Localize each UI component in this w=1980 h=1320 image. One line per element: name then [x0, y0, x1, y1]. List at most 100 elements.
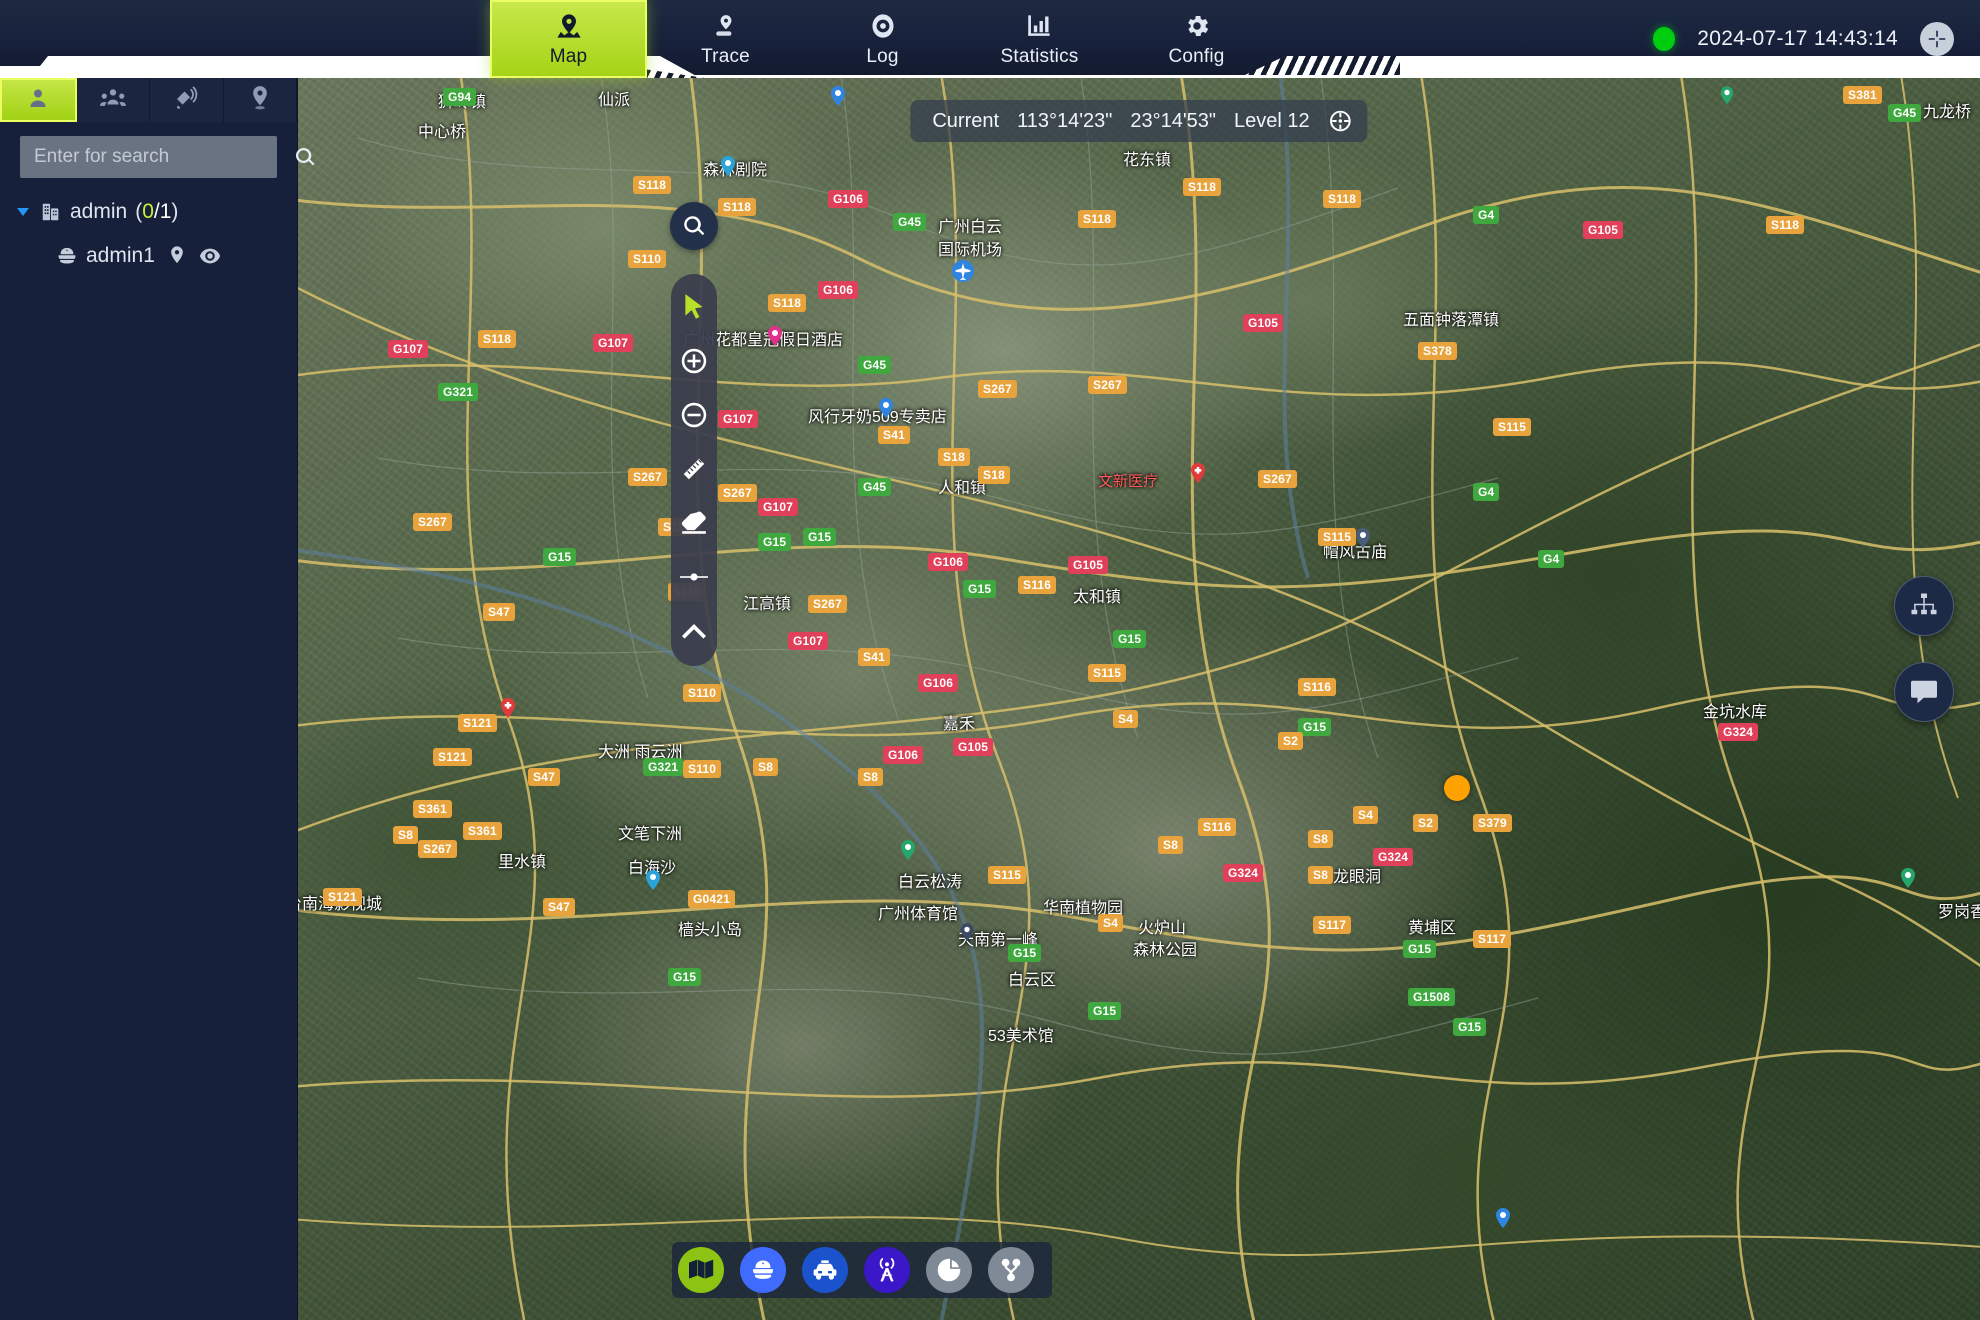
nav-tab-map[interactable]: Map [490, 0, 647, 78]
road-shield: S115 [1493, 418, 1531, 436]
road-shield: S47 [483, 603, 515, 621]
road-shield: G106 [918, 674, 958, 692]
user-tree: admin (0/1) admin1 [0, 190, 297, 278]
chat-bubble-icon[interactable] [1894, 662, 1954, 722]
folded-map-icon[interactable] [678, 1247, 724, 1293]
road-shield: G1508 [1408, 988, 1455, 1006]
radio-tower-icon[interactable] [864, 1247, 910, 1293]
road-shield: G324 [1373, 848, 1413, 866]
active-unit-marker[interactable] [1444, 775, 1470, 801]
map-pin-icon [555, 11, 583, 41]
road-shield: G15 [1113, 630, 1146, 648]
road-shield: G4 [1538, 550, 1564, 568]
map-search-button[interactable] [670, 202, 718, 250]
road-shield: S41 [878, 426, 910, 444]
road-shield: S267 [718, 484, 757, 502]
poi-marker-hospital-2[interactable] [498, 698, 518, 727]
plus-circle-icon[interactable] [677, 344, 711, 378]
pie-chart-icon[interactable] [926, 1247, 972, 1293]
poi-marker-studio[interactable] [643, 870, 663, 899]
road-shield: S2 [1413, 814, 1438, 832]
road-shield: G105 [1583, 221, 1623, 239]
road-shield: S267 [418, 840, 457, 858]
tree-leaf-admin1[interactable]: admin1 [0, 234, 297, 278]
poi-marker-peak[interactable] [958, 923, 976, 950]
road-shield: S8 [858, 768, 883, 786]
road-shield: G94 [443, 88, 476, 106]
search-input[interactable] [20, 136, 293, 178]
road-shield: S116 [1198, 818, 1236, 836]
road-shield: G15 [668, 968, 701, 986]
tree-node-admin-count-online: 0 [142, 200, 154, 223]
road-shield: S121 [458, 714, 497, 732]
nav-tab-statistics[interactable]: Statistics [961, 0, 1118, 78]
road-shield: S4 [1113, 710, 1138, 728]
search-icon[interactable] [293, 136, 317, 178]
road-shield: S267 [413, 513, 452, 531]
poi-marker-temple[interactable] [1353, 528, 1373, 557]
road-shield: G321 [438, 383, 478, 401]
road-shield: G45 [858, 356, 891, 374]
road-shield: G4 [1473, 483, 1499, 501]
road-shield: G45 [858, 478, 891, 496]
log-eye-icon [869, 11, 897, 41]
user-icon [26, 86, 50, 115]
police-car-icon[interactable] [802, 1247, 848, 1293]
tree-node-admin-count-total: /1 [154, 200, 172, 223]
branch-icon[interactable] [988, 1247, 1034, 1293]
poi-marker-park-2[interactable] [1898, 868, 1918, 897]
trace-icon [713, 11, 739, 41]
nav-tab-log[interactable]: Log [804, 0, 961, 78]
nav-tab-config[interactable]: Config [1118, 0, 1275, 78]
tree-leaf-admin1-label: admin1 [86, 244, 155, 268]
road-shield: S381 [1843, 86, 1882, 104]
police-cap-icon[interactable] [740, 1247, 786, 1293]
minus-circle-icon[interactable] [677, 398, 711, 432]
road-shield: G324 [1718, 723, 1758, 741]
cursor-arrow-icon[interactable] [677, 290, 711, 324]
poi-marker-park[interactable] [898, 840, 918, 869]
road-shield: G107 [788, 632, 828, 650]
sidebar-tab-broadcast[interactable] [150, 78, 224, 122]
line-dot-icon[interactable] [677, 560, 711, 594]
locate-icon[interactable] [167, 245, 187, 267]
sidebar-tab-group[interactable] [77, 78, 151, 122]
nav-tab-trace[interactable]: Trace [647, 0, 804, 78]
poi-marker-airport-main[interactable] [950, 258, 976, 289]
poi-marker-airport[interactable] [1493, 1208, 1513, 1237]
poi-marker-xianpai[interactable] [828, 86, 848, 115]
sidebar-tab-user[interactable] [0, 78, 77, 122]
road-shield: S267 [1088, 376, 1127, 394]
eye-icon[interactable] [199, 246, 221, 266]
chevron-down-icon[interactable] [14, 203, 32, 221]
broadcast-icon [173, 86, 199, 115]
tree-node-admin[interactable]: admin (0/1) [0, 190, 297, 234]
poi-marker-bridge[interactable] [1718, 86, 1736, 113]
road-shield: S117 [1313, 916, 1351, 934]
fullscreen-icon[interactable] [1920, 22, 1954, 56]
sidebar-search-wrapper [0, 122, 297, 190]
road-shield: G15 [543, 548, 576, 566]
org-chart-icon[interactable] [1894, 576, 1954, 636]
coord-zoom-level: Level 12 [1234, 110, 1310, 133]
road-shield: S8 [393, 826, 418, 844]
road-shield: G107 [388, 340, 428, 358]
road-shield: G107 [718, 410, 758, 428]
chevron-up-icon[interactable] [677, 614, 711, 648]
poi-marker-hospital[interactable] [1188, 463, 1208, 492]
poi-marker-theater[interactable] [718, 156, 738, 185]
road-shield: S8 [1158, 836, 1183, 854]
nav-tab-config-label: Config [1168, 46, 1224, 68]
road-shield: G15 [1088, 1002, 1121, 1020]
map-poi-label: 江高镇 [743, 590, 791, 614]
map-canvas[interactable]: Current 113°14'23" 23°14'53" Level 12 [298, 78, 1980, 1320]
ruler-icon[interactable] [677, 452, 711, 486]
road-shield: S118 [1183, 178, 1221, 196]
map-poi-label: 森林公园 [1133, 936, 1197, 960]
road-shield: S267 [808, 595, 847, 613]
poi-marker-hotel[interactable] [765, 326, 785, 355]
sidebar-tab-location[interactable] [224, 78, 298, 122]
poi-marker-store[interactable] [876, 398, 896, 427]
crosshair-icon[interactable] [1328, 108, 1354, 134]
eraser-icon[interactable] [677, 506, 711, 540]
